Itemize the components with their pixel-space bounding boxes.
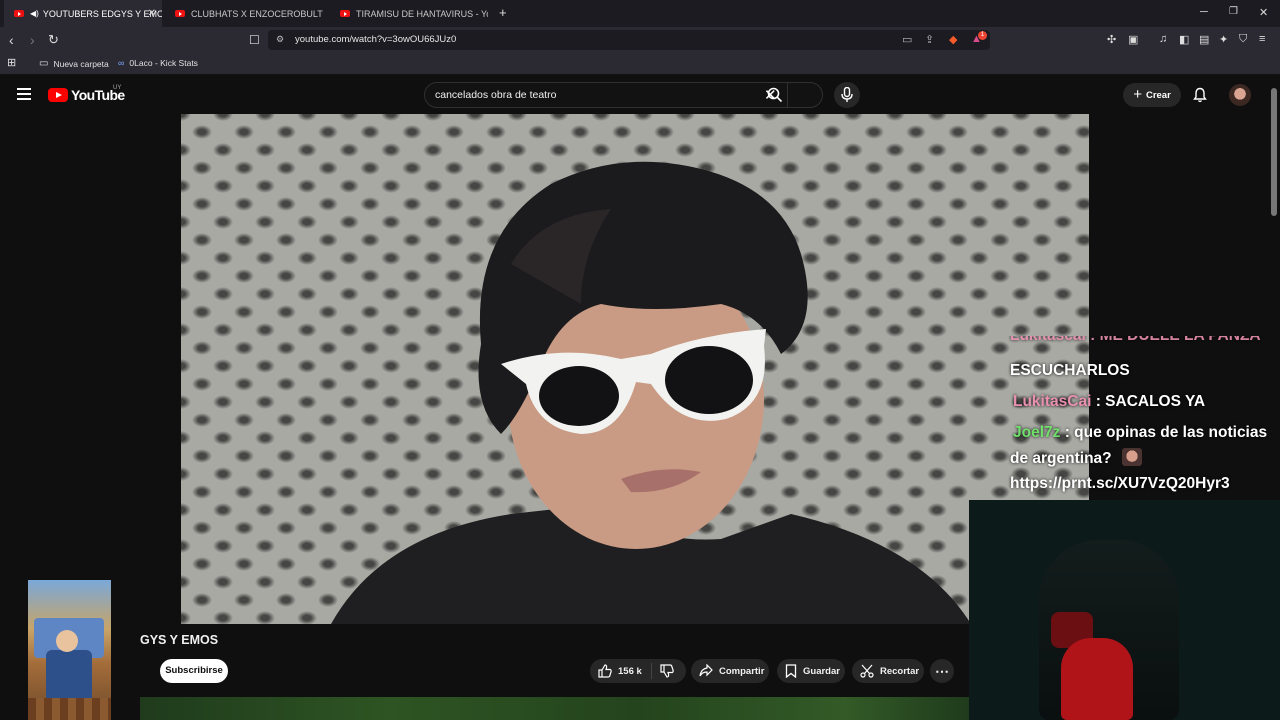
folder-icon: ▭ xyxy=(39,58,49,69)
browser-nav-bar: ‹ › ↻ ☐ ⚙ youtube.com/watch?v=3owOU66JUz… xyxy=(0,27,1280,53)
search-icon xyxy=(767,87,783,103)
share-label: Compartir xyxy=(719,665,765,677)
microphone-icon xyxy=(841,87,853,102)
tab-tiramisu[interactable]: TIRAMISU DE HANTAVIRUS - YouTub xyxy=(330,0,488,27)
scissors-icon xyxy=(860,664,874,678)
back-icon[interactable]: ‹ xyxy=(9,32,14,48)
bookmark-label: 0Laco - Kick Stats xyxy=(129,58,198,68)
youtube-favicon-icon xyxy=(340,10,350,17)
youtube-favicon-icon xyxy=(175,10,185,17)
create-button[interactable]: + Crear xyxy=(1123,83,1181,107)
leo-ai-icon[interactable]: ✦ xyxy=(1219,33,1228,46)
bookmark-kick-stats[interactable]: ∞ 0Laco - Kick Stats xyxy=(118,58,198,68)
search-box[interactable]: cancelados obra de teatro ✕ xyxy=(424,82,823,108)
chat-partial-text: Lukitascai : ME DUELE LA PANZA xyxy=(1010,336,1261,344)
share-button[interactable]: Compartir xyxy=(691,659,769,683)
chat-message: LukitasCai : SACALOS YA xyxy=(1010,389,1205,415)
chat-link-text: https://prnt.sc/XU7VzQ20Hyr3 xyxy=(1010,475,1230,492)
thumbs-up-icon xyxy=(598,664,612,678)
menu-hamburger-icon[interactable]: ≡ xyxy=(1259,33,1265,45)
clip-label: Recortar xyxy=(880,665,920,677)
next-section-preview xyxy=(140,697,969,720)
bookmark-nueva-carpeta[interactable]: ▭ Nueva carpeta xyxy=(39,58,109,69)
chat-username: Joel7z xyxy=(1013,424,1061,441)
tab-title: TIRAMISU DE HANTAVIRUS - YouTub xyxy=(356,8,488,19)
extensions-icon[interactable]: ✣ xyxy=(1107,33,1116,46)
tab-title: YOUTUBERS EDGYS Y EMOS xyxy=(42,8,162,19)
chat-message: ESCUCHARLOS xyxy=(1010,358,1130,384)
notifications-bell-icon[interactable] xyxy=(1193,87,1207,103)
youtube-play-icon xyxy=(48,88,68,102)
chat-message: de argentina? xyxy=(1010,446,1142,472)
forward-icon[interactable]: › xyxy=(30,32,35,48)
save-button[interactable]: Guardar xyxy=(777,659,845,683)
address-bar[interactable]: ⚙ youtube.com/watch?v=3owOU66JUz0 ▭ ⇪ ◆ … xyxy=(268,30,990,50)
wallet-icon[interactable]: ▣ xyxy=(1128,33,1138,46)
chat-message-text: ESCUCHARLOS xyxy=(1010,362,1130,379)
country-code: UY xyxy=(113,85,122,91)
install-app-icon[interactable]: ▭ xyxy=(902,33,912,46)
restore-icon[interactable]: ❐ xyxy=(1229,6,1238,17)
audio-playing-icon: ◀) xyxy=(30,9,39,18)
share-icon xyxy=(699,664,713,677)
bookmark-save-icon xyxy=(785,664,797,678)
new-tab-icon[interactable]: + xyxy=(499,5,507,20)
share-page-icon[interactable]: ⇪ xyxy=(925,33,934,46)
video-frame-person xyxy=(331,161,971,624)
minimize-icon[interactable]: ─ xyxy=(1200,6,1208,18)
tab-clubhats[interactable]: CLUBHATS X ENZOCEROBULTO | #DI xyxy=(165,0,323,27)
brave-shield-icon[interactable]: ◆ xyxy=(949,33,957,46)
account-avatar[interactable] xyxy=(1229,84,1251,106)
wallet-card-icon[interactable]: ▤ xyxy=(1199,33,1209,46)
chat-message-text: de argentina? xyxy=(1010,450,1112,467)
close-tab-icon[interactable]: ✕ xyxy=(148,8,156,19)
thumbs-down-icon[interactable] xyxy=(660,664,674,678)
page-scrollbar[interactable] xyxy=(1271,88,1277,216)
stream-chat-overlay: Lukitascai : ME DUELE LA PANZA ESCUCHARL… xyxy=(1005,336,1280,500)
tab-youtubers-edgys[interactable]: ◀) YOUTUBERS EDGYS Y EMOS ✕ xyxy=(4,0,162,27)
chat-username: LukitasCai xyxy=(1013,393,1092,410)
create-label: Crear xyxy=(1145,89,1171,101)
voice-search-button[interactable] xyxy=(834,82,860,108)
rewards-badge: 1 xyxy=(978,31,987,40)
more-actions-button[interactable]: ⋯ xyxy=(930,659,954,683)
chat-message-text: : que opinas de las noticias xyxy=(1060,424,1268,441)
sidebar-icon[interactable]: ◧ xyxy=(1179,33,1189,46)
bookmarks-bar: ⊞ ▭ Nueva carpeta ∞ 0Laco - Kick Stats xyxy=(0,53,1280,75)
url-text[interactable]: youtube.com/watch?v=3owOU66JUz0 xyxy=(295,34,456,45)
search-button[interactable] xyxy=(767,83,823,107)
search-input[interactable]: cancelados obra de teatro xyxy=(435,89,556,101)
site-info-icon[interactable]: ⚙ xyxy=(276,34,284,45)
reload-icon[interactable]: ↻ xyxy=(48,32,59,48)
save-label: Guardar xyxy=(803,665,840,677)
video-title: GYS Y EMOS xyxy=(140,633,219,647)
bookmark-label: Nueva carpeta xyxy=(53,58,109,69)
like-button[interactable]: 156 k xyxy=(590,663,652,679)
chat-message: Joel7z : que opinas de las noticias xyxy=(1010,420,1267,446)
plus-icon: + xyxy=(1133,86,1142,103)
apps-grid-icon[interactable]: ⊞ xyxy=(7,56,16,69)
youtube-header: YouTube UY cancelados obra de teatro ✕ +… xyxy=(0,76,1280,114)
clip-button[interactable]: Recortar xyxy=(852,659,924,683)
mini-player-thumbnail[interactable] xyxy=(28,580,111,720)
like-count: 156 k xyxy=(618,665,642,677)
media-icon[interactable]: ♫ xyxy=(1159,33,1167,45)
vpn-icon[interactable]: ⛉ xyxy=(1239,33,1247,46)
webcam-overlay xyxy=(969,500,1280,720)
guide-menu-icon[interactable] xyxy=(17,88,31,100)
emote-icon xyxy=(1121,448,1142,466)
video-player[interactable] xyxy=(181,114,1089,624)
browser-tab-bar: ◀) YOUTUBERS EDGYS Y EMOS ✕ CLUBHATS X E… xyxy=(0,0,1280,27)
bookmark-page-icon[interactable]: ☐ xyxy=(249,32,260,48)
tab-title: CLUBHATS X ENZOCEROBULTO | #DI xyxy=(191,8,323,19)
like-dislike-group: 156 k xyxy=(590,659,686,683)
chat-message-text: : SACALOS YA xyxy=(1091,393,1206,410)
close-window-icon[interactable]: ✕ xyxy=(1259,6,1268,19)
subscribe-button[interactable]: Subscribirse xyxy=(160,659,228,683)
youtube-favicon-icon xyxy=(14,10,24,17)
kick-stats-icon: ∞ xyxy=(118,58,125,68)
chat-message: https://prnt.sc/XU7VzQ20Hyr3 xyxy=(1010,471,1230,497)
more-dots-icon: ⋯ xyxy=(935,662,949,679)
chat-partial-line: Lukitascai : ME DUELE LA PANZA xyxy=(1010,336,1261,349)
